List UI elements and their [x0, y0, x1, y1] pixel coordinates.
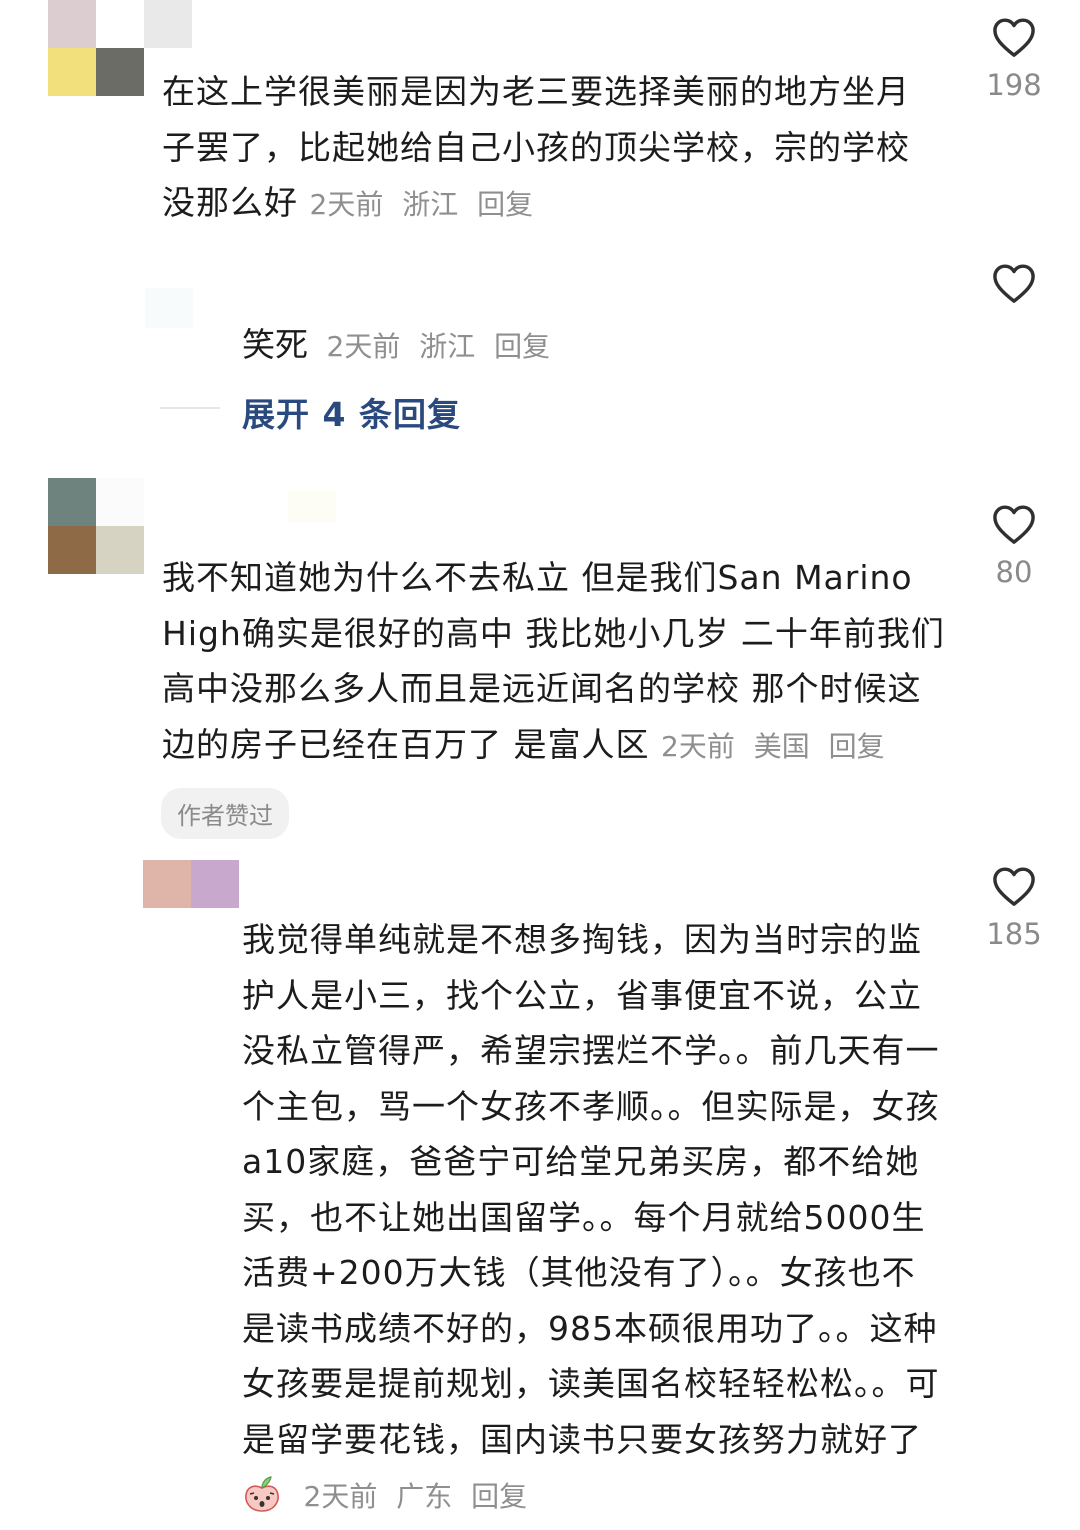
author-liked-badge: 作者赞过 [161, 788, 289, 839]
reply-button[interactable]: 回复 [471, 1480, 527, 1513]
comment-body: 笑死 [242, 325, 308, 364]
like-button[interactable]: 185 [969, 865, 1059, 951]
divider [160, 407, 220, 409]
like-count: 185 [986, 917, 1042, 951]
heart-outline-icon [993, 867, 1035, 906]
avatar[interactable] [48, 478, 144, 574]
heart-outline-icon [993, 264, 1035, 303]
like-button[interactable]: 198 [969, 16, 1059, 102]
expand-replies-button[interactable]: 展开 4 条回复 [242, 388, 461, 436]
avatar[interactable] [143, 860, 239, 908]
comment-text: 我不知道她为什么不去私立 但是我们San Marino High确实是很好的高中… [162, 550, 947, 774]
reply-button[interactable]: 回复 [494, 330, 550, 363]
like-button[interactable]: 80 [969, 503, 1059, 589]
username[interactable] [288, 490, 336, 522]
comment-location: 浙江 [402, 188, 459, 221]
comment-time: 2天前 [661, 729, 735, 763]
like-count: 80 [995, 555, 1033, 589]
reply-button[interactable]: 回复 [829, 730, 885, 763]
peach-emoji-icon [245, 1476, 279, 1512]
comment-location: 广东 [396, 1480, 453, 1513]
comment-meta: 2天前 浙江 回复 [327, 330, 561, 363]
comment-meta: 2天前 美国 回复 [661, 730, 895, 763]
comment-meta: 2天前 广东 回复 [304, 1480, 538, 1513]
like-button[interactable] [969, 262, 1059, 304]
like-count: 198 [986, 68, 1042, 102]
comment-time: 2天前 [303, 1480, 378, 1513]
reply-text: 我觉得单纯就是不想多掏钱，因为当时宗的监护人是小三，找个公立，省事便宜不说，公立… [242, 912, 947, 1525]
comment-location: 浙江 [419, 330, 476, 363]
comment-text: 在这上学很美丽是因为老三要选择美丽的地方坐月子罢了，比起她给自己小孩的顶尖学校，… [162, 64, 942, 233]
comment-time: 2天前 [326, 330, 401, 363]
comment-body: 我觉得单纯就是不想多掏钱，因为当时宗的监护人是小三，找个公立，省事便宜不说，公立… [242, 920, 940, 1459]
comment-time: 2天前 [309, 188, 384, 221]
comment-location: 美国 [753, 729, 810, 763]
heart-outline-icon [993, 18, 1035, 57]
heart-outline-icon [993, 505, 1035, 544]
comment-meta: 2天前 浙江 回复 [310, 188, 544, 221]
reply-text: 笑死 2天前 浙江 回复 [242, 318, 560, 366]
avatar[interactable] [145, 288, 193, 328]
reply-button[interactable]: 回复 [477, 188, 533, 221]
